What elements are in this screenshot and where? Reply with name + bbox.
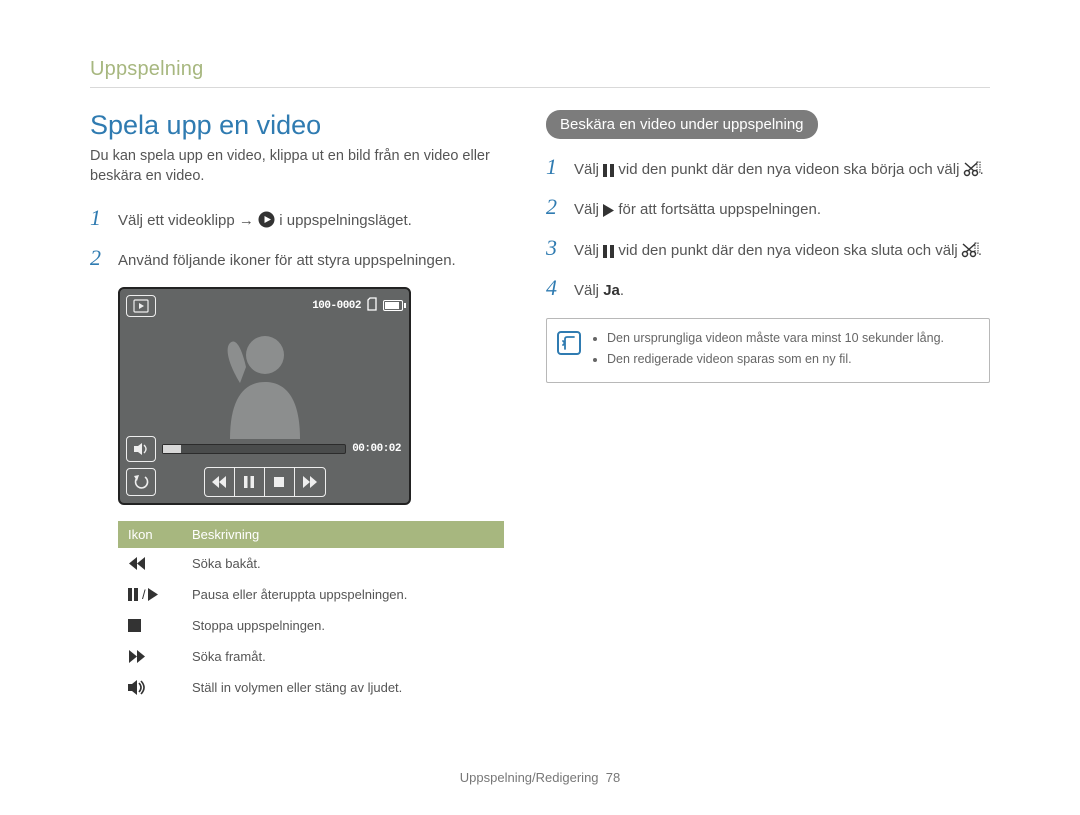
intro-text: Du kan spela upp en video, klippa ut en …: [90, 147, 504, 186]
icon-description-table: Ikon Beskrivning Söka bakåt. / Pausa ell…: [118, 521, 504, 703]
step-text: .: [980, 161, 984, 178]
step-text: för att fortsätta uppspelningen.: [614, 201, 821, 218]
step-text: i uppspelningsläget.: [279, 212, 412, 229]
step-number: 2: [546, 195, 564, 221]
table-cell-desc: Söka framåt.: [182, 641, 504, 672]
step-number: 1: [90, 206, 108, 232]
section-title: Spela upp en video: [90, 110, 504, 141]
right-step-1: 1 Välj vid den punkt där den nya videon …: [546, 155, 990, 181]
right-step-2: 2 Välj för att fortsätta uppspelningen.: [546, 195, 990, 221]
step-text: .: [620, 282, 624, 299]
fast-forward-icon: [128, 650, 172, 663]
pause-icon: [603, 164, 614, 177]
table-row: Söka framåt.: [118, 641, 504, 672]
subsection-pill: Beskära en video under uppspelning: [546, 110, 818, 139]
video-player-mock: 100-0002: [118, 287, 411, 505]
table-cell-desc: Söka bakåt.: [182, 548, 504, 579]
rewind-icon: [128, 557, 172, 570]
trim-icon: [962, 243, 978, 258]
fast-forward-icon: [295, 468, 325, 496]
step-number: 2: [90, 246, 108, 272]
play-circle-icon: [258, 211, 275, 228]
page-footer: Uppspelning/Redigering 78: [0, 770, 1080, 785]
battery-icon: [383, 300, 403, 311]
svg-text:/: /: [142, 587, 146, 602]
step-text: Välj: [574, 161, 603, 178]
table-row: Söka bakåt.: [118, 548, 504, 579]
step-text: .: [978, 242, 982, 259]
rewind-icon: [205, 468, 235, 496]
breadcrumb: Uppspelning: [90, 58, 990, 81]
memory-card-icon: [367, 298, 377, 314]
stop-icon: [128, 619, 172, 632]
step-text: Använd följande ikoner för att styra upp…: [118, 246, 456, 272]
step-bold: Ja: [603, 282, 620, 299]
video-thumbnail-silhouette: [200, 327, 330, 439]
note-item: Den ursprungliga videon måste vara minst…: [607, 329, 975, 348]
elapsed-time: 00:00:02: [352, 443, 401, 455]
step-text: Välj: [574, 282, 603, 299]
step-text: Välj: [574, 242, 603, 259]
table-cell-desc: Pausa eller återuppta uppspelningen.: [182, 579, 504, 610]
step-number: 1: [546, 155, 564, 181]
note-item: Den redigerade videon sparas som en ny f…: [607, 350, 975, 369]
file-counter: 100-0002: [312, 300, 361, 312]
volume-icon: [128, 680, 172, 695]
left-step-1: 1 Välj ett videoklipp → i uppspelningslä…: [90, 206, 504, 232]
play-indicator-icon: [126, 295, 156, 317]
trim-icon: [964, 162, 980, 177]
step-text: Välj: [574, 201, 603, 218]
step-text: vid den punkt där den nya videon ska bör…: [614, 161, 963, 178]
note-icon: [557, 331, 581, 355]
divider: [90, 87, 990, 88]
step-number: 4: [546, 276, 564, 302]
pause-icon: [235, 468, 265, 496]
table-header-icon: Ikon: [118, 521, 182, 548]
table-header-desc: Beskrivning: [182, 521, 504, 548]
step-number: 3: [546, 236, 564, 262]
volume-icon: [126, 436, 156, 462]
left-step-2: 2 Använd följande ikoner för att styra u…: [90, 246, 504, 272]
progress-bar: [162, 444, 346, 454]
pause-icon: [603, 245, 614, 258]
pause-play-icon: /: [128, 588, 172, 601]
right-step-4: 4 Välj Ja.: [546, 276, 990, 302]
table-row: / Pausa eller återuppta uppspelningen.: [118, 579, 504, 610]
table-cell-desc: Ställ in volymen eller stäng av ljudet.: [182, 672, 504, 703]
note-box: Den ursprungliga videon måste vara minst…: [546, 318, 990, 383]
play-icon: [603, 204, 614, 217]
step-text: vid den punkt där den nya videon ska slu…: [614, 242, 962, 259]
stop-icon: [265, 468, 295, 496]
back-icon: [126, 468, 156, 496]
step-text: Välj ett videoklipp →: [118, 212, 258, 229]
table-row: Stoppa uppspelningen.: [118, 610, 504, 641]
table-row: Ställ in volymen eller stäng av ljudet.: [118, 672, 504, 703]
playback-controls: [204, 467, 326, 497]
right-step-3: 3 Välj vid den punkt där den nya videon …: [546, 236, 990, 262]
table-cell-desc: Stoppa uppspelningen.: [182, 610, 504, 641]
